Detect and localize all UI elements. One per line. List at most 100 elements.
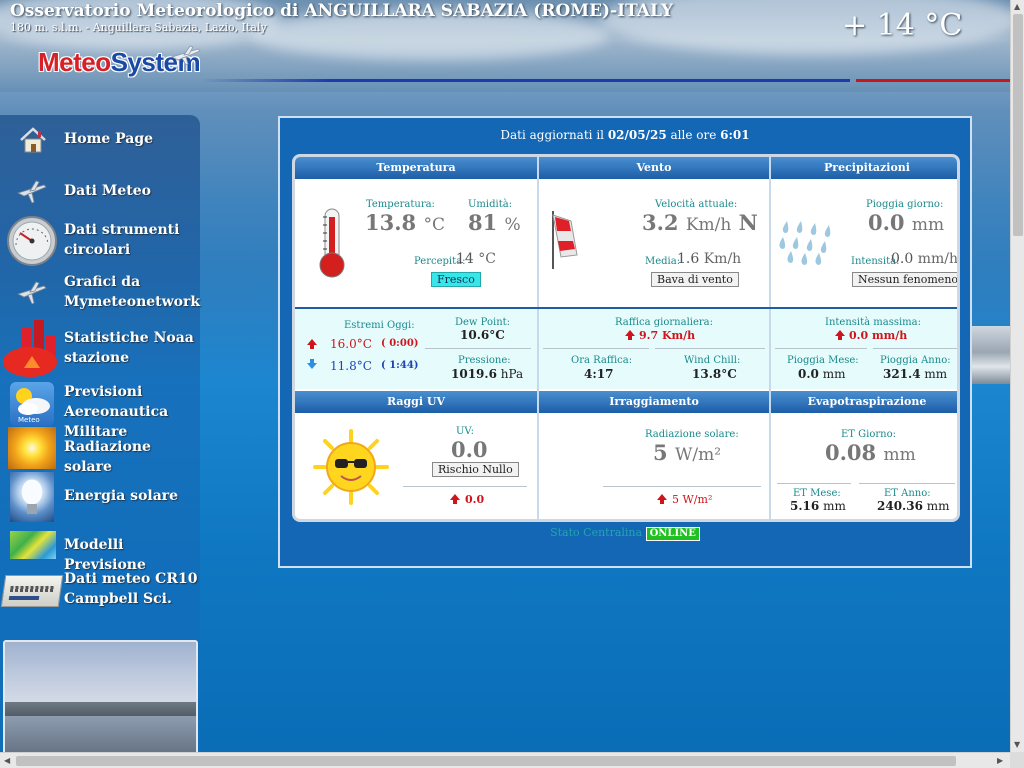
divider-line — [777, 483, 851, 484]
pressure-unit: hPa — [500, 367, 524, 381]
wind-status-badge: Bava di vento — [651, 272, 739, 287]
et-day-label: ET Giorno: — [841, 429, 896, 440]
scroll-left-arrow-icon[interactable]: ◀ — [4, 756, 10, 765]
sidebar-item-radiazione-solare[interactable]: Radiazione solare — [0, 427, 200, 475]
weather-forecast-icon: Meteo — [10, 382, 54, 426]
divider-line — [543, 348, 649, 349]
divider-line — [425, 348, 531, 349]
rain-day-reading: 0.0 mm — [868, 210, 944, 235]
sidebar-item-dati-meteo[interactable]: Dati Meteo — [0, 173, 200, 209]
arrow-up-icon — [307, 339, 317, 349]
wind-speed-label: Velocità attuale: — [655, 199, 738, 210]
header-line-blue — [200, 79, 850, 82]
sidebar-item-label: Radiazione solare — [64, 439, 151, 475]
sidebar-item-label: Statistiche Noaa stazione — [64, 330, 194, 366]
station-status: Stato Centralina ONLINE — [280, 526, 970, 541]
header-line-red — [856, 79, 1010, 82]
bar-chart-icon — [3, 320, 57, 377]
arrow-up-icon — [625, 330, 635, 340]
dew-point-value: 10.6°C — [460, 328, 505, 342]
sidebar-item-previsioni-aeronautica[interactable]: Meteo Previsioni Aereonautica Militare — [0, 380, 200, 440]
temperature-unit: °C — [423, 215, 445, 235]
horizontal-scrollbar[interactable]: ◀ ▶ — [0, 752, 1010, 768]
rain-day-unit: mm — [911, 215, 945, 235]
rain-year-unit: mm — [924, 367, 948, 381]
uv-value: 0.0 — [451, 437, 488, 462]
sidebar-item-label: Energia solare — [64, 488, 179, 504]
updated-date: 02/05/25 — [607, 128, 667, 142]
updated-line: Dati aggiornati il 02/05/25 alle ore 6:0… — [280, 128, 970, 142]
wind-direction: N — [738, 210, 758, 235]
online-status-badge: ONLINE — [645, 527, 700, 541]
rain-day-label: Pioggia giorno: — [866, 199, 944, 210]
logo-text-part1: Meteo — [38, 47, 111, 77]
windsock-icon — [552, 211, 578, 269]
map-icon — [10, 531, 56, 559]
pressure-label: Pressione: — [458, 355, 511, 366]
rain-year-value: 321.4 — [883, 367, 921, 381]
wind-chill-label: Wind Chill: — [684, 355, 741, 366]
webcam-image[interactable] — [3, 640, 198, 755]
sidebar-item-home-page[interactable]: Home Page — [0, 121, 200, 157]
divider-line — [859, 483, 955, 484]
vertical-scrollbar[interactable]: ▲ ▼ — [1010, 0, 1024, 752]
uv-status-badge: Rischio Nullo — [432, 462, 519, 477]
max-temp-time: ( 0:00) — [381, 338, 419, 349]
sidebar-item-grafici[interactable]: Grafici da Mymeteonetwork — [0, 272, 200, 312]
rain-month-label: Pioggia Mese: — [787, 355, 859, 366]
sidebar-item-energia-solare[interactable]: Energia solare — [0, 472, 200, 522]
sidebar-item-label: Grafici da Mymeteonetwork — [64, 274, 201, 310]
sidebar-item-label: Dati strumenti circolari — [64, 222, 180, 258]
solar-radiation-value: 5 — [653, 440, 668, 465]
rain-year-label: Pioggia Anno: — [880, 355, 951, 366]
rain-intensity-value: 0.0 — [891, 251, 914, 267]
scroll-down-arrow-icon[interactable]: ▼ — [1014, 740, 1020, 749]
gauge-icon — [7, 216, 57, 266]
wind-chill-value: 13.8°C — [692, 367, 737, 381]
solar-radiation-unit: W/m² — [674, 445, 722, 465]
perceived-unit: °C — [478, 251, 496, 267]
section-header-evapotraspirazione: Evapotraspirazione — [771, 391, 957, 413]
pressure-value: 1019.6 — [451, 367, 497, 381]
solar-radiation-max-value: 5 W/m² — [672, 493, 713, 506]
et-day-reading: 0.08 mm — [825, 440, 916, 465]
horizontal-scrollbar-thumb[interactable] — [16, 756, 956, 766]
current-temperature: + 14 °C — [842, 8, 963, 43]
gust-label: Raffica giornaliera: — [615, 317, 713, 328]
section-header-vento: Vento — [539, 157, 769, 179]
light-bulb-icon — [10, 472, 54, 522]
vertical-scrollbar-thumb[interactable] — [1013, 14, 1023, 236]
uv-label: UV: — [456, 426, 475, 437]
home-icon — [20, 127, 46, 153]
solar-radiation-reading: 5 W/m² — [653, 440, 721, 465]
town-photo — [968, 326, 1010, 384]
sidebar-item-modelli-previsione[interactable]: Modelli Previsione — [0, 529, 200, 573]
temperature-reading: 13.8 °C — [365, 210, 445, 235]
pressure-reading: 1019.6 hPa — [451, 367, 523, 381]
et-day-unit: mm — [883, 445, 916, 465]
wind-speed-unit: Km/h — [685, 215, 732, 235]
humidity-unit: % — [504, 215, 521, 235]
et-month-label: ET Mese: — [793, 488, 841, 499]
humidity-value: 81 — [468, 210, 498, 235]
sidebar-item-dati-strumenti-circolari[interactable]: Dati strumenti circolari — [0, 215, 200, 267]
wind-average-reading: 1.6 Km/h — [677, 251, 741, 267]
max-temp-value: 16.0°C — [330, 337, 372, 351]
station-status-label: Stato Centralina — [550, 526, 643, 539]
scroll-right-arrow-icon[interactable]: ▶ — [997, 756, 1003, 765]
rain-status-badge: Nessun fenomeno — [852, 272, 957, 287]
rain-drops-icon — [779, 221, 831, 265]
et-year-reading: 240.36 mm — [877, 499, 950, 513]
gust-time-value: 4:17 — [584, 367, 614, 381]
sidebar-item-statistiche-noaa[interactable]: Statistiche Noaa stazione — [0, 318, 200, 380]
scrollbar-corner — [1010, 752, 1024, 768]
divider-line — [603, 486, 761, 487]
updated-mid: alle ore — [666, 128, 721, 142]
site-title: Osservatorio Meteorologico di ANGUILLARA… — [10, 1, 673, 21]
rain-month-value: 0.0 — [798, 367, 819, 381]
arrow-up-icon — [657, 494, 667, 504]
wind-average-unit: Km/h — [703, 251, 742, 267]
sidebar-item-dati-cr10[interactable]: Dati meteo CR10 Campbell Sci. — [0, 569, 200, 615]
scroll-up-arrow-icon[interactable]: ▲ — [1014, 2, 1020, 11]
rain-year-reading: 321.4 mm — [883, 367, 947, 381]
